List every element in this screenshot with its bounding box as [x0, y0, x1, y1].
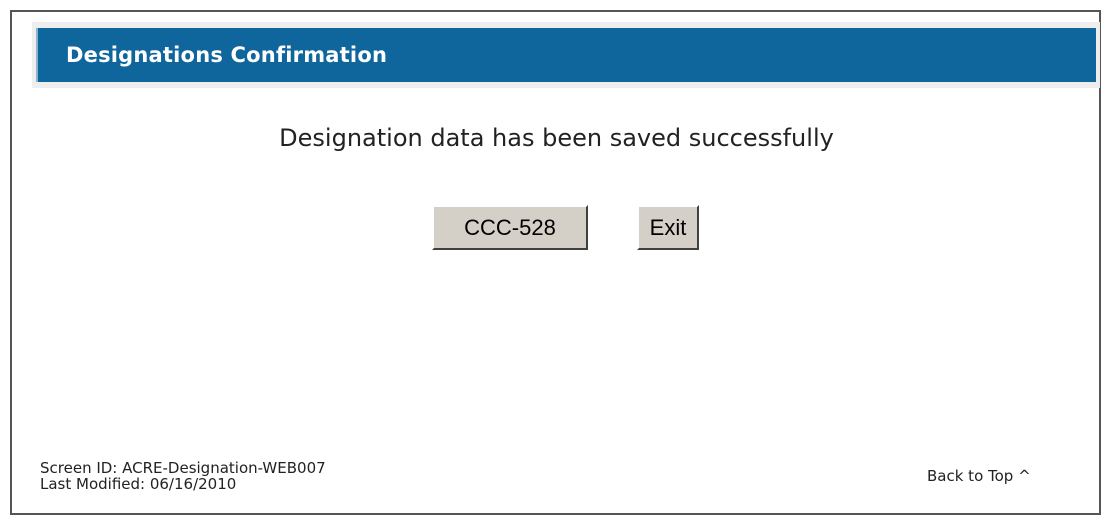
exit-button[interactable]: Exit [637, 205, 699, 250]
ccc-528-button[interactable]: CCC-528 [432, 205, 588, 250]
page-frame: Designations Confirmation Designation da… [10, 10, 1101, 515]
header-bar: Designations Confirmation [36, 28, 1096, 82]
screen-id-text: Screen ID: ACRE-Designation-WEB007 [40, 459, 326, 477]
back-to-top-link[interactable]: Back to Top ^ [927, 467, 1031, 485]
footer-info: Screen ID: ACRE-Designation-WEB007 Last … [40, 460, 326, 492]
confirmation-message: Designation data has been saved successf… [279, 124, 834, 152]
page-title: Designations Confirmation [66, 43, 388, 67]
header-panel: Designations Confirmation [32, 22, 1100, 88]
last-modified-text: Last Modified: 06/16/2010 [40, 475, 237, 493]
